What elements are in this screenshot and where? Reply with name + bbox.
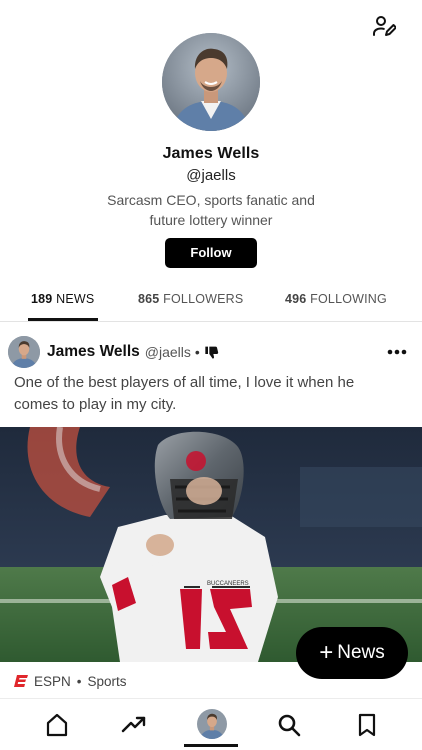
post-author-name[interactable]: James Wells bbox=[47, 343, 140, 361]
nav-trending[interactable] bbox=[120, 711, 148, 739]
source-name: ESPN bbox=[34, 673, 71, 689]
thumbs-down-icon[interactable] bbox=[204, 344, 220, 360]
trending-icon bbox=[121, 716, 146, 733]
post-header: James Wells @jaells • bbox=[8, 336, 408, 368]
add-news-label: News bbox=[337, 642, 385, 663]
plus-icon: + bbox=[319, 639, 334, 666]
tab-news[interactable]: 189 NEWS bbox=[31, 292, 94, 306]
source-separator: • bbox=[76, 673, 82, 689]
nav-bookmarks[interactable] bbox=[353, 711, 381, 739]
tab-following-count: 496 bbox=[285, 292, 307, 306]
profile-header: James Wells @jaells Sarcasm CEO, sports … bbox=[0, 33, 422, 268]
source-category: Sports bbox=[87, 673, 127, 689]
profile-name: James Wells bbox=[162, 145, 260, 162]
nav-home[interactable] bbox=[43, 711, 71, 739]
add-news-button[interactable]: + News bbox=[296, 627, 408, 679]
post-text: One of the best players of all time, I l… bbox=[14, 374, 355, 413]
tab-followers-label: FOLLOWERS bbox=[163, 292, 244, 306]
post-author-handle: @jaells bbox=[144, 344, 191, 360]
home-icon bbox=[46, 713, 68, 737]
follow-button[interactable]: Follow bbox=[165, 238, 257, 268]
profile-handle: @jaells bbox=[186, 167, 236, 184]
tab-following-label: FOLLOWING bbox=[310, 292, 387, 306]
tab-following[interactable]: 496 FOLLOWING bbox=[285, 292, 387, 306]
tab-followers-count: 865 bbox=[138, 292, 160, 306]
jersey-text: BUCCANEERS bbox=[207, 581, 249, 587]
profile-avatar-icon bbox=[197, 709, 227, 739]
separator-dot: • bbox=[194, 344, 200, 360]
bookmark-icon bbox=[358, 713, 376, 737]
search-icon bbox=[278, 714, 301, 737]
bottom-navigation bbox=[0, 698, 422, 750]
nav-search[interactable] bbox=[275, 711, 303, 739]
espn-logo-icon bbox=[14, 675, 28, 687]
nav-profile[interactable] bbox=[197, 709, 227, 739]
tab-news-count: 189 bbox=[31, 292, 53, 306]
post-author-avatar[interactable] bbox=[8, 336, 40, 368]
profile-bio: Sarcasm CEO, sports fanatic and future l… bbox=[107, 192, 315, 228]
tab-followers[interactable]: 865 FOLLOWERS bbox=[138, 292, 243, 306]
profile-avatar bbox=[162, 33, 260, 131]
tab-news-label: NEWS bbox=[56, 292, 95, 306]
active-nav-indicator bbox=[184, 744, 238, 747]
more-icon[interactable] bbox=[386, 344, 408, 360]
